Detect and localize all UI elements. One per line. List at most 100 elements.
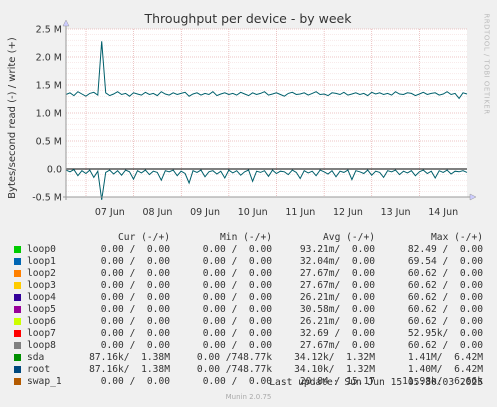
legend-row-loop0: loop0 0.00 / 0.00 0.00 / 0.00 93.21m/ 0.00 8… — [0, 244, 497, 256]
x-tick-label: 09 Jun — [190, 207, 220, 218]
last-update: Last update: Sun Jun 15 05:30:03 2025 — [269, 377, 483, 388]
legend-max: 1.40M/ 6.42M — [407, 364, 483, 375]
x-tick-label: 13 Jun — [381, 207, 411, 218]
legend-min: 0.00 / 0.00 — [202, 256, 272, 267]
legend-cur: 0.00 / 0.00 — [100, 256, 170, 267]
legend-min: 0.00 / 0.00 — [202, 340, 272, 351]
legend-swatch — [14, 258, 21, 265]
y-tick-label: 2.5 M — [36, 25, 62, 36]
legend-row-loop6: loop6 0.00 / 0.00 0.00 / 0.00 26.21m/ 0.00 6… — [0, 316, 497, 328]
legend-header-avg: Avg (-/+) — [323, 232, 375, 243]
legend-avg: 27.67m/ 0.00 — [299, 340, 375, 351]
legend-min: 0.00 / 0.00 — [202, 268, 272, 279]
legend-min: 0.00 / 0.00 — [202, 316, 272, 327]
legend-min: 0.00 /748.77k — [196, 364, 272, 375]
x-tick-label: 10 Jun — [238, 207, 268, 218]
legend-name: loop1 — [27, 256, 56, 267]
legend-cur: 0.00 / 0.00 — [100, 292, 170, 303]
y-tick-label: 2.0 M — [36, 53, 62, 64]
legend-avg: 30.58m/ 0.00 — [299, 304, 375, 315]
legend-max: 69.54 / 0.00 — [407, 256, 483, 267]
legend-swatch — [14, 270, 21, 277]
x-tick-label: 11 Jun — [285, 207, 315, 218]
legend-name: loop0 — [27, 244, 56, 255]
legend-avg: 32.04m/ 0.00 — [299, 256, 375, 267]
y-tick-label: -0.5 M — [32, 193, 62, 204]
legend-row-root: root 87.16k/ 1.38M 0.00 /748.77k 34.10k/ 1.… — [0, 364, 497, 376]
legend-cur: 0.00 / 0.00 — [100, 244, 170, 255]
y-axis-arrow — [62, 19, 70, 27]
rrdtool-credit: RRDTOOL / TOBI OETIKER — [482, 13, 491, 115]
legend-max: 60.62 / 0.00 — [407, 292, 483, 303]
legend-row-loop5: loop5 0.00 / 0.00 0.00 / 0.00 30.58m/ 0.00 6… — [0, 304, 497, 316]
legend-max: 82.49 / 0.00 — [407, 244, 483, 255]
legend-avg: 26.21m/ 0.00 — [299, 292, 375, 303]
legend-swatch — [14, 318, 21, 325]
legend-row-loop2: loop2 0.00 / 0.00 0.00 / 0.00 27.67m/ 0.00 6… — [0, 268, 497, 280]
legend-name: loop6 — [27, 316, 56, 327]
x-tick-label: 14 Jun — [428, 207, 458, 218]
legend-row-loop4: loop4 0.00 / 0.00 0.00 / 0.00 26.21m/ 0.00 6… — [0, 292, 497, 304]
chart-title: Throughput per device - by week — [144, 11, 353, 26]
throughput-chart: Throughput per device - by week Bytes/se… — [7, 11, 477, 218]
legend-name: loop4 — [27, 292, 56, 303]
munin-version: Munin 2.0.75 — [225, 393, 272, 401]
legend-swatch — [14, 330, 21, 337]
x-tick-label: 08 Jun — [142, 207, 172, 218]
x-axis-arrow — [469, 193, 477, 201]
legend-swatch — [14, 378, 21, 385]
legend-cur: 0.00 / 0.00 — [100, 376, 170, 387]
legend-name: sda — [27, 352, 45, 363]
x-tick-label: 12 Jun — [333, 207, 363, 218]
legend-header-cur: Cur (-/+) — [118, 232, 170, 243]
legend-swatch — [14, 246, 21, 253]
legend-cur: 0.00 / 0.00 — [100, 304, 170, 315]
legend-header: Cur (-/+) Min (-/+) Avg (-/+) Max (-/+) — [0, 232, 497, 244]
legend-name: loop7 — [27, 328, 56, 339]
legend-cur: 0.00 / 0.00 — [100, 268, 170, 279]
legend-row-loop3: loop3 0.00 / 0.00 0.00 / 0.00 27.67m/ 0.00 6… — [0, 280, 497, 292]
legend-name: loop2 — [27, 268, 56, 279]
legend-min: 0.00 / 0.00 — [202, 304, 272, 315]
y-tick-label: 0.5 M — [36, 137, 62, 148]
legend-row-loop7: loop7 0.00 / 0.00 0.00 / 0.00 32.69 / 0.00 5… — [0, 328, 497, 340]
legend-max: 60.62 / 0.00 — [407, 280, 483, 291]
legend-max: 52.95k/ 0.00 — [407, 328, 483, 339]
legend-cur: 0.00 / 0.00 — [100, 340, 170, 351]
legend-cur: 0.00 / 0.00 — [100, 316, 170, 327]
legend-avg: 34.10k/ 1.32M — [294, 364, 375, 375]
legend-min: 0.00 / 0.00 — [202, 292, 272, 303]
legend-name: swap_1 — [27, 376, 62, 387]
legend-header-min: Min (-/+) — [220, 232, 272, 243]
legend-name: loop8 — [27, 340, 56, 351]
legend-row-sda: sda 87.16k/ 1.38M 0.00 /748.77k 34.12k/ 1.3… — [0, 352, 497, 364]
legend-max: 1.41M/ 6.42M — [407, 352, 483, 363]
legend-avg: 27.67m/ 0.00 — [299, 280, 375, 291]
legend-max: 60.62 / 0.00 — [407, 316, 483, 327]
legend-min: 0.00 /748.77k — [196, 352, 272, 363]
legend-cur: 87.16k/ 1.38M — [89, 352, 170, 363]
legend-min: 0.00 / 0.00 — [202, 244, 272, 255]
y-tick-label: 1.5 M — [36, 81, 62, 92]
legend-swatch — [14, 306, 21, 313]
legend-swatch — [14, 366, 21, 373]
legend-cur: 87.16k/ 1.38M — [89, 364, 170, 375]
legend-swatch — [14, 342, 21, 349]
legend-row-loop8: loop8 0.00 / 0.00 0.00 / 0.00 27.67m/ 0.00 6… — [0, 340, 497, 352]
legend-cur: 0.00 / 0.00 — [100, 328, 170, 339]
legend-min: 0.00 / 0.00 — [202, 280, 272, 291]
y-axis-label: Bytes/second read (-) / write (+) — [7, 37, 18, 199]
legend-avg: 93.21m/ 0.00 — [299, 244, 375, 255]
legend-max: 60.62 / 0.00 — [407, 268, 483, 279]
legend-row-loop1: loop1 0.00 / 0.00 0.00 / 0.00 32.04m/ 0.00 6… — [0, 256, 497, 268]
y-tick-label: 1.0 M — [36, 109, 62, 120]
legend-avg: 26.21m/ 0.00 — [299, 316, 375, 327]
legend-avg: 34.12k/ 1.32M — [294, 352, 375, 363]
legend-avg: 27.67m/ 0.00 — [299, 268, 375, 279]
legend-max: 60.62 / 0.00 — [407, 340, 483, 351]
y-tick-label: 0.0 — [47, 165, 62, 176]
legend-cur: 0.00 / 0.00 — [100, 280, 170, 291]
legend-name: loop5 — [27, 304, 56, 315]
legend-avg: 32.69 / 0.00 — [299, 328, 375, 339]
legend-swatch — [14, 282, 21, 289]
